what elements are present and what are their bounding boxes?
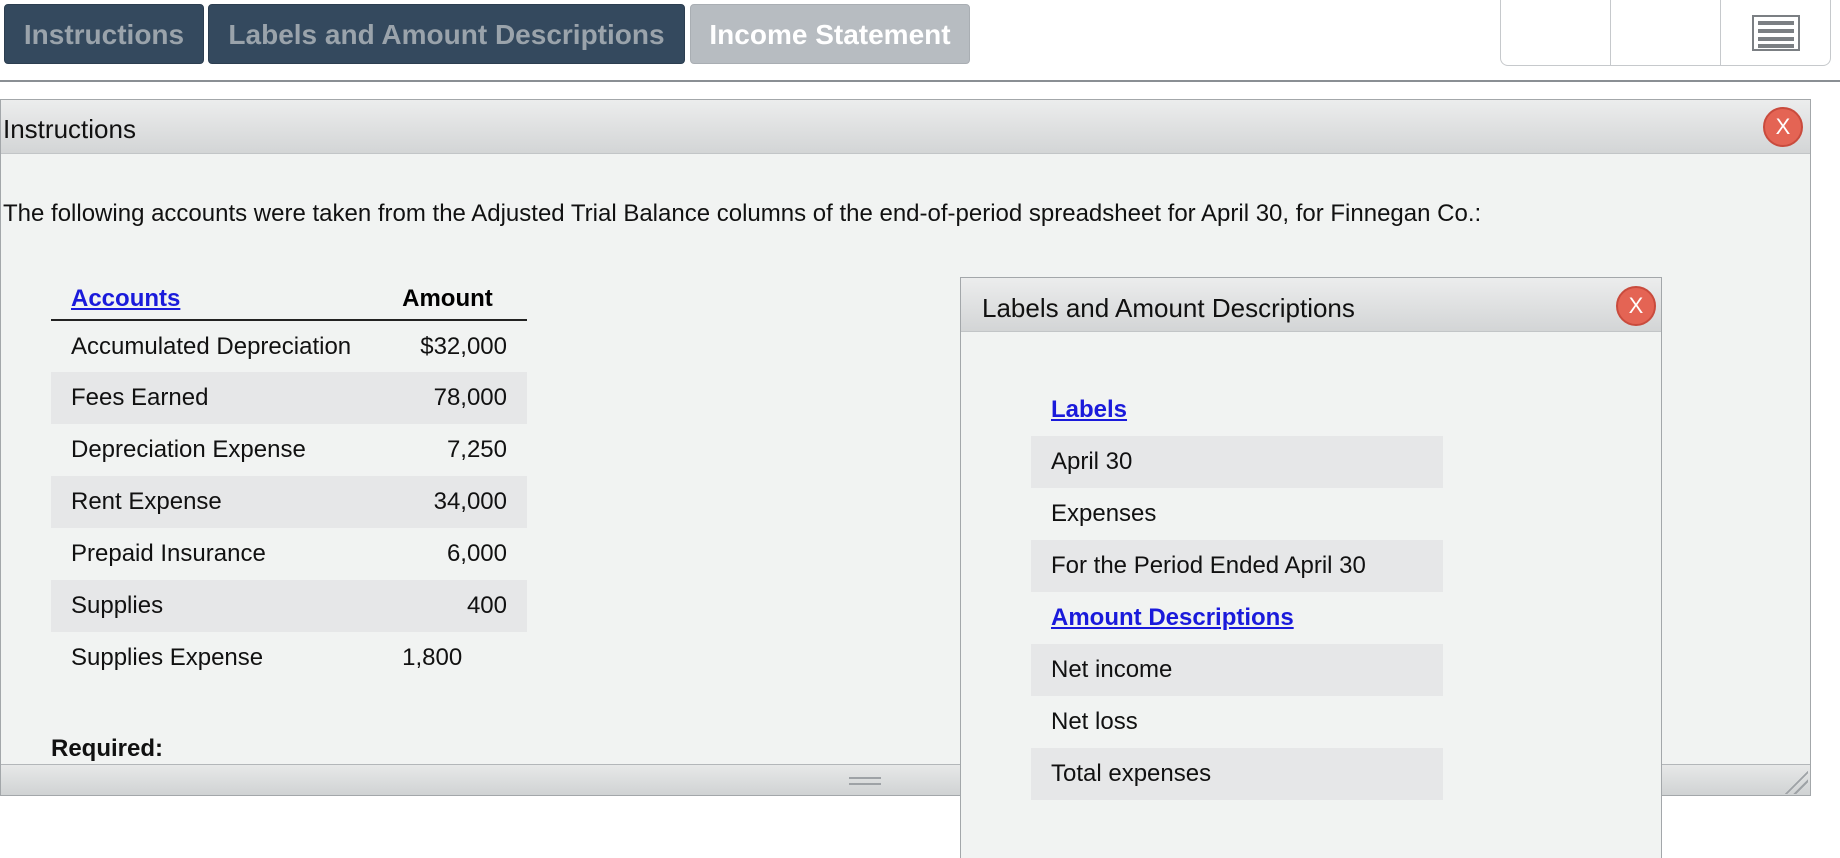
account-amount: $32,000 bbox=[420, 332, 507, 360]
tab-income-statement[interactable]: Income Statement bbox=[690, 4, 970, 64]
amount-description-item: Net income bbox=[1031, 644, 1443, 696]
account-amount: 7,250 bbox=[446, 436, 507, 463]
table-row: Prepaid Insurance 6,000 bbox=[51, 528, 527, 580]
tab-instructions[interactable]: Instructions bbox=[4, 4, 204, 64]
labels-heading: Labels bbox=[1031, 384, 1443, 436]
menu-icon bbox=[1751, 14, 1800, 51]
top-tab-bar: Instructions Labels and Amount Descripti… bbox=[0, 0, 1840, 82]
instructions-panel-header[interactable]: Instructions X bbox=[1, 100, 1810, 154]
account-name: Supplies Expense bbox=[71, 644, 264, 671]
labels-popup-header[interactable]: Labels and Amount Descriptions X bbox=[961, 278, 1661, 332]
amount-descriptions-heading: Amount Descriptions bbox=[1031, 592, 1443, 644]
accounts-column-header: Accounts bbox=[51, 278, 403, 321]
account-name: Prepaid Insurance bbox=[71, 540, 266, 567]
table-row: Rent Expense 34,000 bbox=[51, 476, 527, 528]
table-row: Depreciation Expense 7,250 bbox=[51, 424, 527, 476]
account-name: Depreciation Expense bbox=[71, 436, 306, 463]
close-icon[interactable]: X bbox=[1616, 286, 1656, 326]
account-amount: 6,000 bbox=[446, 540, 507, 567]
table-row: Supplies Expense 1,800 bbox=[51, 632, 527, 684]
labels-popup: Labels and Amount Descriptions X Labels … bbox=[960, 277, 1662, 858]
toolbar-button-group bbox=[1500, 0, 1831, 66]
toolbar-button-1[interactable] bbox=[1501, 0, 1611, 65]
amount-description-item: Net loss bbox=[1051, 708, 1138, 735]
accounts-table: Accounts Amount Accumulated Depreciation… bbox=[51, 278, 527, 684]
labels-heading-link[interactable]: Labels bbox=[1051, 396, 1127, 423]
account-amount: 400 bbox=[402, 580, 527, 632]
close-icon[interactable]: X bbox=[1763, 107, 1803, 147]
label-item: Expenses bbox=[1051, 500, 1157, 527]
label-item: April 30 bbox=[1031, 436, 1443, 488]
labels-popup-title: Labels and Amount Descriptions bbox=[982, 293, 1355, 323]
tab-labels-and-amount-descriptions[interactable]: Labels and Amount Descriptions bbox=[208, 4, 685, 64]
toolbar-button-2[interactable] bbox=[1611, 0, 1721, 65]
accounts-header-link[interactable]: Accounts bbox=[71, 285, 180, 312]
label-item: For the Period Ended April 30 bbox=[1031, 540, 1443, 592]
required-heading: Required: bbox=[51, 735, 164, 762]
account-name: Supplies bbox=[51, 580, 403, 632]
account-name: Rent Expense bbox=[51, 476, 403, 528]
account-amount: 34,000 bbox=[402, 476, 527, 528]
resize-grip-icon[interactable] bbox=[1782, 768, 1808, 794]
amount-descriptions-heading-link[interactable]: Amount Descriptions bbox=[1051, 604, 1294, 631]
menu-button[interactable] bbox=[1721, 0, 1830, 65]
account-amount: 1,800 bbox=[402, 644, 463, 671]
labels-list: Labels April 30 Expenses For the Period … bbox=[1031, 384, 1443, 800]
account-name: Accumulated Depreciation bbox=[71, 332, 352, 360]
amount-column-header: Amount bbox=[402, 278, 527, 321]
instructions-panel-title: Instructions bbox=[3, 114, 136, 144]
account-amount: 78,000 bbox=[402, 372, 527, 424]
table-row: Accumulated Depreciation $32,000 bbox=[51, 320, 527, 372]
resize-handle-icon[interactable] bbox=[849, 777, 881, 785]
instructions-intro-text: The following accounts were taken from t… bbox=[3, 200, 1482, 227]
table-row: Supplies 400 bbox=[51, 580, 527, 632]
amount-description-item: Total expenses bbox=[1031, 748, 1443, 800]
account-name: Fees Earned bbox=[51, 372, 403, 424]
table-row: Fees Earned 78,000 bbox=[51, 372, 527, 424]
